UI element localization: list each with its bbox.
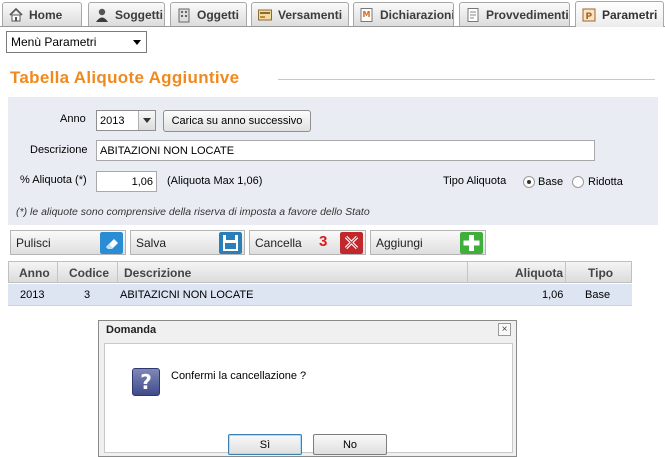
yes-button[interactable]: Sì [228,434,302,455]
menu-parametri-select[interactable]: Menù Parametri [6,31,147,53]
title-divider [278,79,655,80]
cell-anno: 2013 [20,289,45,301]
tab-parametri-label: Parametri [602,7,658,22]
tab-dichiarazioni[interactable]: M Dichiarazioni [353,2,454,26]
anno-dropdown-button[interactable] [138,111,155,130]
cell-aliquota: 1,06 [542,289,564,301]
cancella-label: Cancella [255,236,302,250]
chevron-down-icon [133,40,141,45]
header-aliquota[interactable]: Aliquota [515,266,563,280]
tab-soggetti-label: Soggetti [115,7,163,22]
tab-parametri[interactable]: P Parametri [575,1,664,27]
close-icon[interactable]: × [498,323,511,336]
pulisci-label: Pulisci [16,236,51,250]
tab-provvedimenti-label: Provvedimenti [486,7,569,22]
pulisci-button[interactable]: Pulisci [10,230,126,255]
salva-button[interactable]: Salva [130,230,245,255]
table-row[interactable]: 2013 3 ABITAZICNI NON LOCATE 1,06 Base [8,284,632,306]
table-header: Anno Codice Descrizione Aliquota Tipo [8,261,632,283]
delete-icon [340,232,363,254]
radio-base-label: Base [538,176,564,188]
descrizione-input[interactable]: ABITAZIONI NON LOCATE [96,140,595,161]
tab-home[interactable]: Home [2,2,82,26]
anno-select[interactable]: 2013 [96,110,156,131]
anno-value: 2013 [100,115,125,127]
header-descrizione[interactable]: Descrizione [124,266,191,280]
tab-home-label: Home [29,7,63,22]
aliquota-max-text: (Aliquota Max 1,06) [167,175,263,187]
dialog-title: Domanda [106,324,157,336]
aliquota-label: % Aliquota (*) [20,174,87,186]
radio-base[interactable] [523,176,535,188]
radio-ridotta[interactable] [572,176,584,188]
tab-bar: Home Soggetti Oggetti Versamenti M Dichi… [0,0,665,27]
tab-dichiarazioni-label: Dichiarazioni [380,7,454,22]
chevron-down-icon [143,118,151,123]
tipo-aliquota-label: Tipo Aliquota [443,175,507,187]
cell-codice: 3 [84,289,91,301]
question-icon: ? [132,368,160,396]
dialog-body: ? Confermi la cancellazione ? Sì No [104,343,513,455]
column-divider [57,262,58,283]
anno-label: Anno [60,113,86,125]
save-icon [219,232,242,254]
tab-versamenti[interactable]: Versamenti [251,2,349,26]
menu-select-value: Menù Parametri [11,35,97,49]
aggiungi-button[interactable]: Aggiungi [370,230,486,255]
page-title: Tabella Aliquote Aggiuntive [10,68,240,87]
tab-soggetti[interactable]: Soggetti [88,2,165,26]
aliquote-note: (*) le aliquote sono comprensive della r… [16,206,370,218]
header-codice[interactable]: Codice [69,266,109,280]
no-button[interactable]: No [313,434,387,455]
cell-descrizione: ABITAZICNI NON LOCATE [120,289,254,301]
tab-oggetti[interactable]: Oggetti [170,2,247,26]
column-divider [117,262,118,283]
eraser-icon [100,232,123,254]
descrizione-label: Descrizione [30,144,88,156]
home-icon [9,7,23,21]
tab-versamenti-label: Versamenti [278,7,343,22]
tab-provvedimenti[interactable]: Provvedimenti [459,2,570,26]
svg-text:P: P [586,12,593,22]
salva-label: Salva [136,236,167,250]
declaration-icon: M [360,7,373,22]
add-icon [460,232,483,254]
building-icon [178,8,190,22]
load-next-year-button[interactable]: Carica su anno successivo [163,110,311,132]
step-number-badge: 3 [319,233,328,250]
document-icon [467,7,479,22]
radio-ridotta-label: Ridotta [588,176,623,188]
svg-text:M: M [363,10,371,19]
column-divider [467,262,468,283]
cell-tipo: Base [585,289,611,301]
header-tipo[interactable]: Tipo [588,266,613,280]
dialog-message: Confermi la cancellazione ? [171,370,307,382]
payment-icon [258,9,272,20]
aggiungi-label: Aggiungi [376,236,423,250]
parameters-icon: P [582,8,596,22]
tab-oggetti-label: Oggetti [197,7,239,22]
confirm-dialog: Domanda × ? Confermi la cancellazione ? … [98,320,517,457]
column-divider [565,262,566,283]
cancella-button[interactable]: Cancella [249,230,366,255]
person-icon [96,8,108,22]
header-anno[interactable]: Anno [19,266,50,280]
aliquota-input[interactable]: 1,06 [96,171,157,192]
